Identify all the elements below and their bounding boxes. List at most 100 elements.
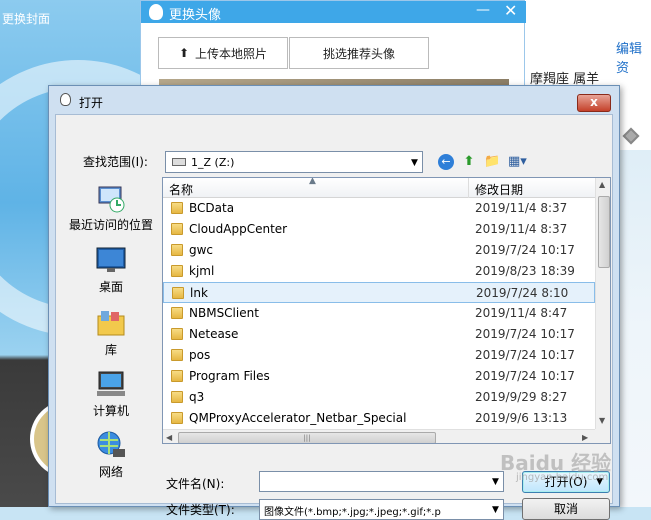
folder-icon bbox=[171, 391, 183, 403]
place-label: 计算机 bbox=[92, 404, 129, 418]
place-library[interactable]: 库 bbox=[66, 308, 156, 358]
file-row[interactable]: CloudAppCenter 2019/11/4 8:37 bbox=[163, 219, 595, 240]
new-folder-icon[interactable]: 📁 bbox=[484, 154, 500, 170]
folder-icon bbox=[171, 370, 183, 382]
file-row[interactable]: BCData 2019/11/4 8:37 bbox=[163, 198, 595, 219]
look-in-dropdown[interactable]: 1_Z (Z:) bbox=[165, 151, 423, 173]
file-list-header: 名称 ▲ 修改日期 bbox=[163, 178, 595, 198]
file-date: 2019/7/24 10:17 bbox=[475, 327, 575, 341]
file-row[interactable]: NBMSClient 2019/11/4 8:47 bbox=[163, 303, 595, 324]
change-avatar-dialog: 更换头像 — ✕ ⬆ 上传本地照片 挑选推荐头像 bbox=[140, 0, 526, 96]
scroll-up-icon[interactable]: ▲ bbox=[599, 180, 605, 189]
file-name: pos bbox=[189, 348, 211, 362]
back-icon[interactable]: ← bbox=[438, 154, 454, 170]
file-name-label: 文件名(N): bbox=[166, 477, 225, 491]
file-date: 2019/7/24 8:10 bbox=[476, 286, 569, 300]
upload-local-photo-button[interactable]: ⬆ 上传本地照片 bbox=[158, 37, 288, 69]
qq-penguin-icon bbox=[149, 4, 163, 20]
file-row[interactable]: QMProxyAccelerator_Netbar_Special 2019/9/… bbox=[163, 408, 595, 429]
place-desktop[interactable]: 桌面 bbox=[66, 245, 156, 295]
file-name: Program Files bbox=[189, 369, 270, 383]
folder-icon bbox=[171, 307, 183, 319]
edit-profile-link[interactable]: 编辑资 bbox=[616, 38, 651, 76]
column-header-date[interactable]: 修改日期 bbox=[475, 181, 523, 198]
place-network[interactable]: 网络 bbox=[66, 430, 156, 480]
file-row[interactable]: Program Files 2019/7/24 10:17 bbox=[163, 366, 595, 387]
file-row[interactable]: kjml 2019/8/23 18:39 bbox=[163, 261, 595, 282]
place-computer[interactable]: 计算机 bbox=[66, 369, 156, 419]
scroll-right-icon[interactable]: ▶ bbox=[582, 433, 588, 442]
scrollbar-corner bbox=[595, 429, 610, 443]
upload-icon: ⬆ bbox=[178, 46, 190, 60]
file-name: NBMSClient bbox=[189, 306, 259, 320]
computer-icon bbox=[97, 371, 125, 396]
folder-icon bbox=[171, 328, 183, 340]
network-globe-icon bbox=[97, 431, 125, 457]
file-name-input[interactable] bbox=[259, 471, 504, 492]
place-recent[interactable]: 最近访问的位置 bbox=[66, 183, 156, 233]
folder-icon bbox=[171, 223, 183, 235]
watermark-url: jingyan.baidu.com bbox=[516, 472, 609, 483]
look-in-label: 查找范围(I): bbox=[83, 155, 148, 169]
file-name: kjml bbox=[189, 264, 215, 278]
horizontal-scrollbar[interactable]: ◀ ||| ▶ bbox=[163, 429, 595, 443]
column-header-name[interactable]: 名称 bbox=[169, 181, 193, 198]
place-label: 网络 bbox=[98, 465, 123, 479]
close-button[interactable]: x bbox=[577, 94, 611, 112]
file-row[interactable]: gwc 2019/7/24 10:17 bbox=[163, 240, 595, 261]
chevron-down-icon[interactable]: ▼ bbox=[492, 477, 499, 487]
vertical-scrollbar[interactable]: ▲ ▼ bbox=[595, 178, 610, 429]
up-folder-icon[interactable]: ⬆ bbox=[461, 154, 477, 170]
file-date: 2019/7/24 10:17 bbox=[475, 369, 575, 383]
recent-places-icon bbox=[98, 186, 125, 213]
file-name: QMProxyAccelerator_Netbar_Special bbox=[189, 411, 407, 425]
folder-icon bbox=[171, 265, 183, 277]
file-row[interactable]: Netease 2019/7/24 10:17 bbox=[163, 324, 595, 345]
avatar-dialog-title: 更换头像 bbox=[169, 8, 222, 23]
file-name: lnk bbox=[190, 286, 208, 300]
view-menu-icon[interactable]: ▦▾ bbox=[508, 154, 527, 170]
drive-icon bbox=[172, 158, 186, 166]
minimize-button[interactable]: — bbox=[476, 2, 490, 18]
file-date: 2019/9/29 8:27 bbox=[475, 390, 568, 404]
folder-icon bbox=[171, 349, 183, 361]
library-icon bbox=[97, 311, 125, 336]
scroll-down-icon[interactable]: ▼ bbox=[599, 416, 605, 425]
cancel-button[interactable]: 取消 bbox=[522, 498, 610, 520]
file-name: CloudAppCenter bbox=[189, 222, 288, 236]
file-date: 2019/7/24 10:17 bbox=[475, 243, 575, 257]
file-date: 2019/8/23 18:39 bbox=[475, 264, 575, 278]
file-type-dropdown[interactable]: 图像文件(*.bmp;*.jpg;*.jpeg;*.gif;*.p bbox=[259, 499, 504, 520]
column-divider[interactable] bbox=[468, 178, 469, 198]
scroll-left-icon[interactable]: ◀ bbox=[166, 433, 172, 442]
file-name: Netease bbox=[189, 327, 239, 341]
folder-icon bbox=[171, 244, 183, 256]
folder-icon bbox=[172, 287, 184, 299]
file-date: 2019/11/4 8:37 bbox=[475, 201, 568, 215]
open-dialog-title: 打开 bbox=[79, 96, 104, 110]
sort-arrow-icon: ▲ bbox=[309, 177, 316, 186]
file-row[interactable]: q3 2019/9/29 8:27 bbox=[163, 387, 595, 408]
dialog-body: 查找范围(I): 1_Z (Z:) ▼ ← ⬆ 📁 ▦▾ 最近访问的位置 桌面 … bbox=[55, 114, 613, 520]
look-in-value: 1_Z (Z:) bbox=[191, 155, 235, 169]
desktop-icon bbox=[96, 247, 126, 272]
horizontal-scroll-thumb[interactable]: ||| bbox=[178, 432, 436, 443]
close-button[interactable]: ✕ bbox=[504, 1, 517, 20]
file-row[interactable]: pos 2019/7/24 10:17 bbox=[163, 345, 595, 366]
file-type-label: 文件类型(T): bbox=[166, 503, 235, 517]
place-label: 库 bbox=[104, 343, 117, 357]
chevron-down-icon[interactable]: ▼ bbox=[411, 158, 418, 168]
cover-title: 更换封面 bbox=[2, 12, 51, 26]
vertical-scroll-thumb[interactable] bbox=[598, 196, 610, 268]
file-date: 2019/9/6 13:13 bbox=[475, 411, 568, 425]
file-name: BCData bbox=[189, 201, 235, 215]
open-file-dialog: 打开 x 查找范围(I): 1_Z (Z:) ▼ ← ⬆ 📁 ▦▾ 最近访问的位… bbox=[48, 85, 620, 520]
folder-icon bbox=[171, 412, 183, 424]
place-label: 桌面 bbox=[98, 280, 123, 294]
file-date: 2019/11/4 8:47 bbox=[475, 306, 568, 320]
qq-penguin-icon bbox=[60, 93, 71, 106]
file-list: 名称 ▲ 修改日期 BCData 2019/11/4 8:37 CloudAppCe… bbox=[162, 177, 611, 444]
file-row[interactable]: lnk 2019/7/24 8:10 bbox=[163, 282, 595, 303]
recommended-avatar-button[interactable]: 挑选推荐头像 bbox=[289, 37, 429, 69]
profile-photo bbox=[620, 150, 651, 507]
